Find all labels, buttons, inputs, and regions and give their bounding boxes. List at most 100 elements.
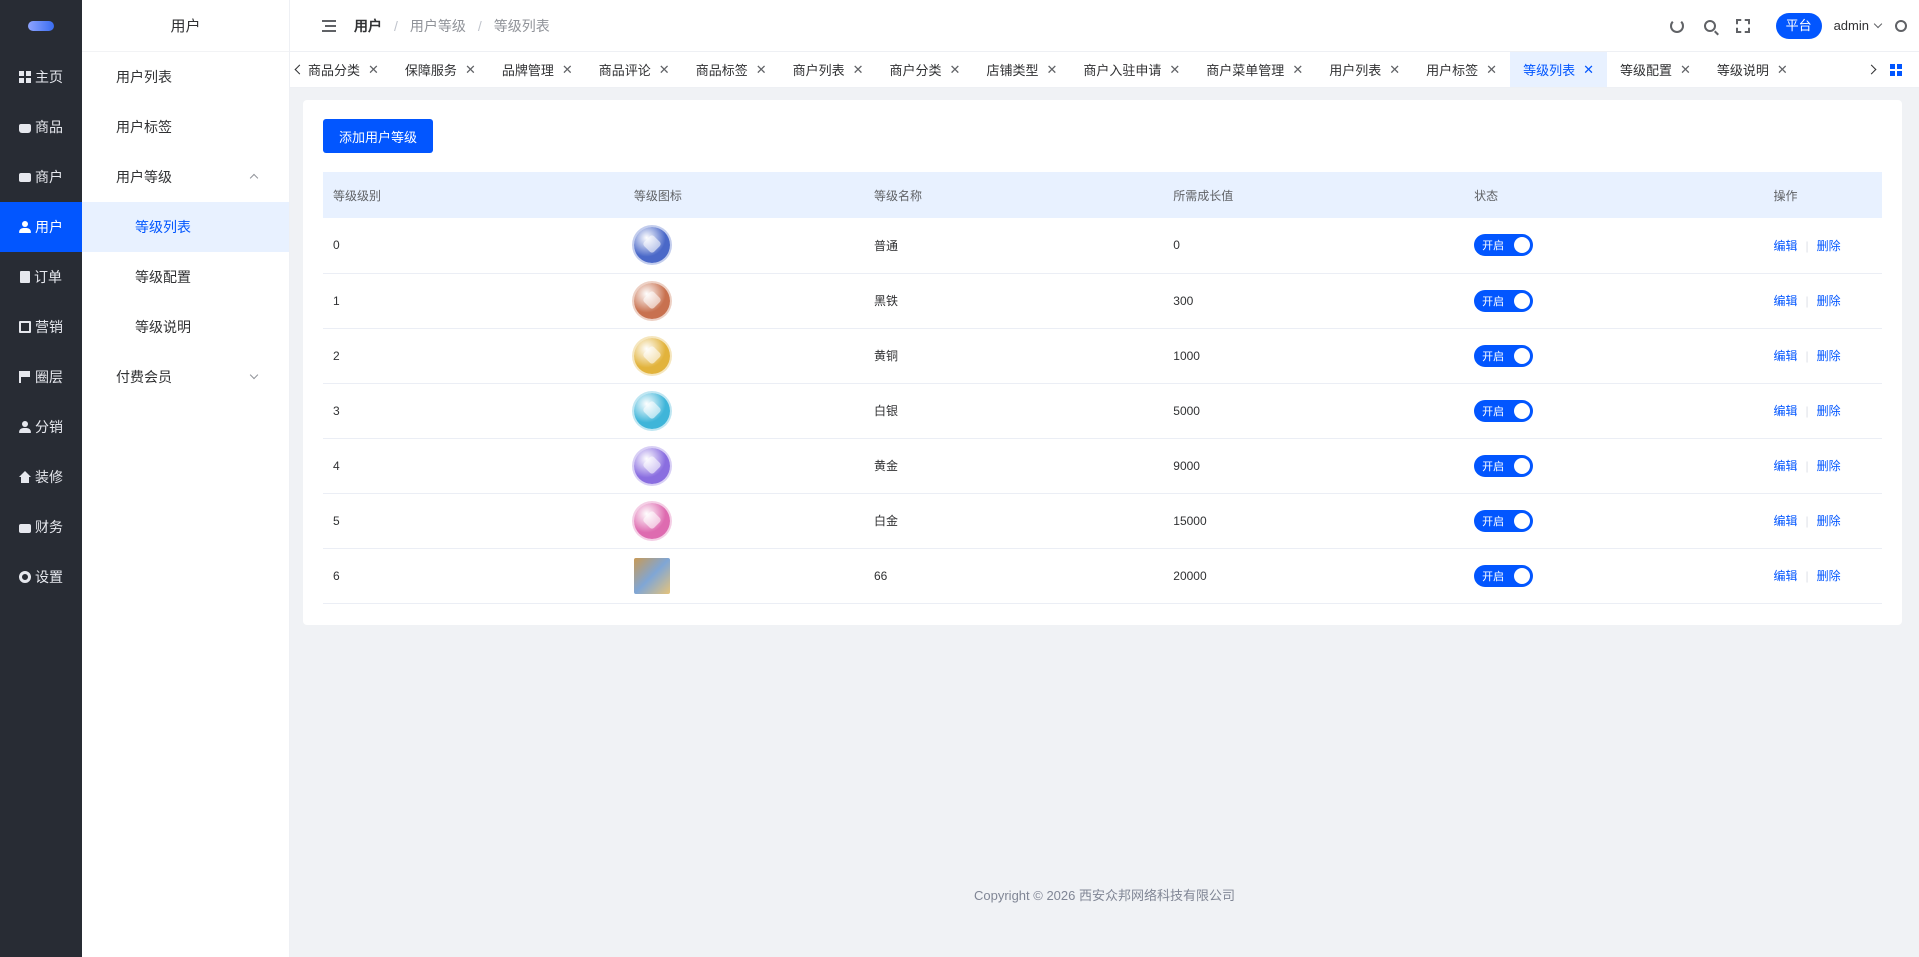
close-icon[interactable]: ✕ [562, 62, 573, 78]
delete-link[interactable]: 删除 [1817, 349, 1841, 363]
tab-merchant-menu[interactable]: 商户菜单管理 ✕ [1193, 52, 1316, 87]
rail-item-distribution[interactable]: 分销 [0, 402, 82, 452]
toggle-knob [1514, 237, 1531, 254]
actions-cell: 编辑 | 删除 [1763, 548, 1882, 603]
add-user-level-button[interactable]: 添加用户等级 [323, 119, 434, 153]
refresh-icon[interactable] [1669, 18, 1684, 33]
tab-guarantee-service[interactable]: 保障服务 ✕ [392, 52, 489, 87]
rail-item-home[interactable]: 主页 [0, 52, 82, 102]
action-separator: | [1805, 349, 1809, 363]
edit-link[interactable]: 编辑 [1773, 514, 1797, 528]
close-icon[interactable]: ✕ [1292, 62, 1303, 78]
close-icon[interactable]: ✕ [1680, 62, 1691, 78]
delete-link[interactable]: 删除 [1817, 294, 1841, 308]
tab-product-tags[interactable]: 商品标签 ✕ [683, 52, 780, 87]
actions-cell: 编辑 | 删除 [1763, 438, 1882, 493]
name-cell: 66 [873, 568, 888, 583]
level-badge-icon [633, 337, 670, 374]
close-icon[interactable]: ✕ [950, 62, 961, 78]
fullscreen-icon[interactable] [1735, 18, 1750, 33]
table-row: 6 66 20000 开启 编辑 | 删除 [323, 548, 1882, 603]
gear-icon [19, 571, 31, 583]
close-icon[interactable]: ✕ [465, 62, 476, 78]
search-icon[interactable] [1703, 19, 1716, 32]
edit-link[interactable]: 编辑 [1773, 349, 1797, 363]
rail-item-order[interactable]: 订单 [0, 252, 82, 302]
growth-cell: 1000 [1173, 348, 1200, 363]
status-toggle[interactable]: 开启 [1474, 399, 1534, 422]
tab-merchant-application[interactable]: 商户入驻申请 ✕ [1070, 52, 1193, 87]
icon-cell [624, 383, 864, 438]
tabs-scroll-left-icon[interactable] [290, 52, 304, 87]
submenu-item-level-list[interactable]: 等级列表 [82, 202, 289, 252]
wallet-icon [19, 524, 31, 533]
close-icon[interactable]: ✕ [1169, 62, 1180, 78]
tab-user-list[interactable]: 用户列表 ✕ [1316, 52, 1413, 87]
table-row: 3 白银 5000 开启 编辑 | 删除 [323, 383, 1882, 438]
close-icon[interactable]: ✕ [853, 62, 864, 78]
status-toggle[interactable]: 开启 [1474, 509, 1534, 532]
tab-user-tags[interactable]: 用户标签 ✕ [1413, 52, 1510, 87]
tab-merchant-list[interactable]: 商户列表 ✕ [780, 52, 877, 87]
settings-gear-icon[interactable] [1895, 19, 1907, 32]
close-icon[interactable]: ✕ [1389, 62, 1400, 78]
status-toggle[interactable]: 开启 [1474, 344, 1534, 367]
column-header: 等级图标 [633, 188, 682, 203]
tab-level-config[interactable]: 等级配置 ✕ [1607, 52, 1704, 87]
edit-link[interactable]: 编辑 [1773, 239, 1797, 253]
dashboard-icon [19, 71, 31, 83]
submenu-group-user-level[interactable]: 用户等级 [82, 152, 289, 202]
menu-toggle-icon[interactable] [322, 19, 336, 32]
delete-link[interactable]: 删除 [1817, 404, 1841, 418]
edit-link[interactable]: 编辑 [1773, 294, 1797, 308]
name-cell: 普通 [873, 238, 898, 253]
rail-item-merchant[interactable]: 商户 [0, 152, 82, 202]
submenu-item-user-list[interactable]: 用户列表 [82, 52, 289, 102]
logo[interactable] [0, 0, 82, 52]
top-header: 用户 / 用户等级 / 等级列表 平台 admin [290, 0, 1919, 52]
status-toggle[interactable]: 开启 [1474, 289, 1534, 312]
tab-level-description[interactable]: 等级说明 ✕ [1704, 52, 1801, 87]
delete-link[interactable]: 删除 [1817, 514, 1841, 528]
status-toggle[interactable]: 开启 [1474, 564, 1534, 587]
delete-link[interactable]: 删除 [1817, 459, 1841, 473]
rail-item-circle[interactable]: 圈层 [0, 352, 82, 402]
name-cell: 白银 [873, 404, 898, 418]
user-icon [19, 221, 31, 233]
tab-level-list[interactable]: 等级列表 ✕ [1510, 52, 1607, 87]
close-icon[interactable]: ✕ [1046, 62, 1057, 78]
submenu-item-level-config[interactable]: 等级配置 [82, 252, 289, 302]
tab-store-type[interactable]: 店铺类型 ✕ [973, 52, 1070, 87]
delete-link[interactable]: 删除 [1817, 239, 1841, 253]
tab-product-category[interactable]: 商品分类 ✕ [304, 52, 392, 87]
main-nav-rail: 主页 商品 商户 用户 订单 营销 圈层 分销 装修 财务 设置 [0, 0, 82, 957]
tabs-menu-icon[interactable] [1890, 63, 1902, 76]
tab-merchant-category[interactable]: 商户分类 ✕ [877, 52, 974, 87]
tab-brand-management[interactable]: 品牌管理 ✕ [489, 52, 586, 87]
rail-item-finance[interactable]: 财务 [0, 502, 82, 552]
delete-link[interactable]: 删除 [1817, 569, 1841, 583]
platform-button[interactable]: 平台 [1775, 12, 1822, 39]
close-icon[interactable]: ✕ [1486, 62, 1497, 78]
edit-link[interactable]: 编辑 [1773, 404, 1797, 418]
close-icon[interactable]: ✕ [368, 62, 379, 78]
rail-item-decoration[interactable]: 装修 [0, 452, 82, 502]
rail-item-user[interactable]: 用户 [0, 202, 82, 252]
submenu-group-paid-member[interactable]: 付费会员 [82, 352, 289, 402]
status-toggle[interactable]: 开启 [1474, 234, 1534, 257]
tabs-scroll-right-icon[interactable] [1864, 52, 1878, 87]
rail-item-marketing[interactable]: 营销 [0, 302, 82, 352]
rail-item-product[interactable]: 商品 [0, 102, 82, 152]
status-toggle[interactable]: 开启 [1474, 454, 1534, 477]
tab-product-reviews[interactable]: 商品评论 ✕ [586, 52, 683, 87]
rail-item-settings[interactable]: 设置 [0, 552, 82, 602]
user-dropdown[interactable]: admin [1834, 18, 1883, 33]
submenu-item-level-description[interactable]: 等级说明 [82, 302, 289, 352]
close-icon[interactable]: ✕ [1777, 62, 1788, 78]
submenu-item-user-tags[interactable]: 用户标签 [82, 102, 289, 152]
close-icon[interactable]: ✕ [659, 62, 670, 78]
close-icon[interactable]: ✕ [756, 62, 767, 78]
edit-link[interactable]: 编辑 [1773, 569, 1797, 583]
close-icon[interactable]: ✕ [1583, 62, 1594, 78]
edit-link[interactable]: 编辑 [1773, 459, 1797, 473]
